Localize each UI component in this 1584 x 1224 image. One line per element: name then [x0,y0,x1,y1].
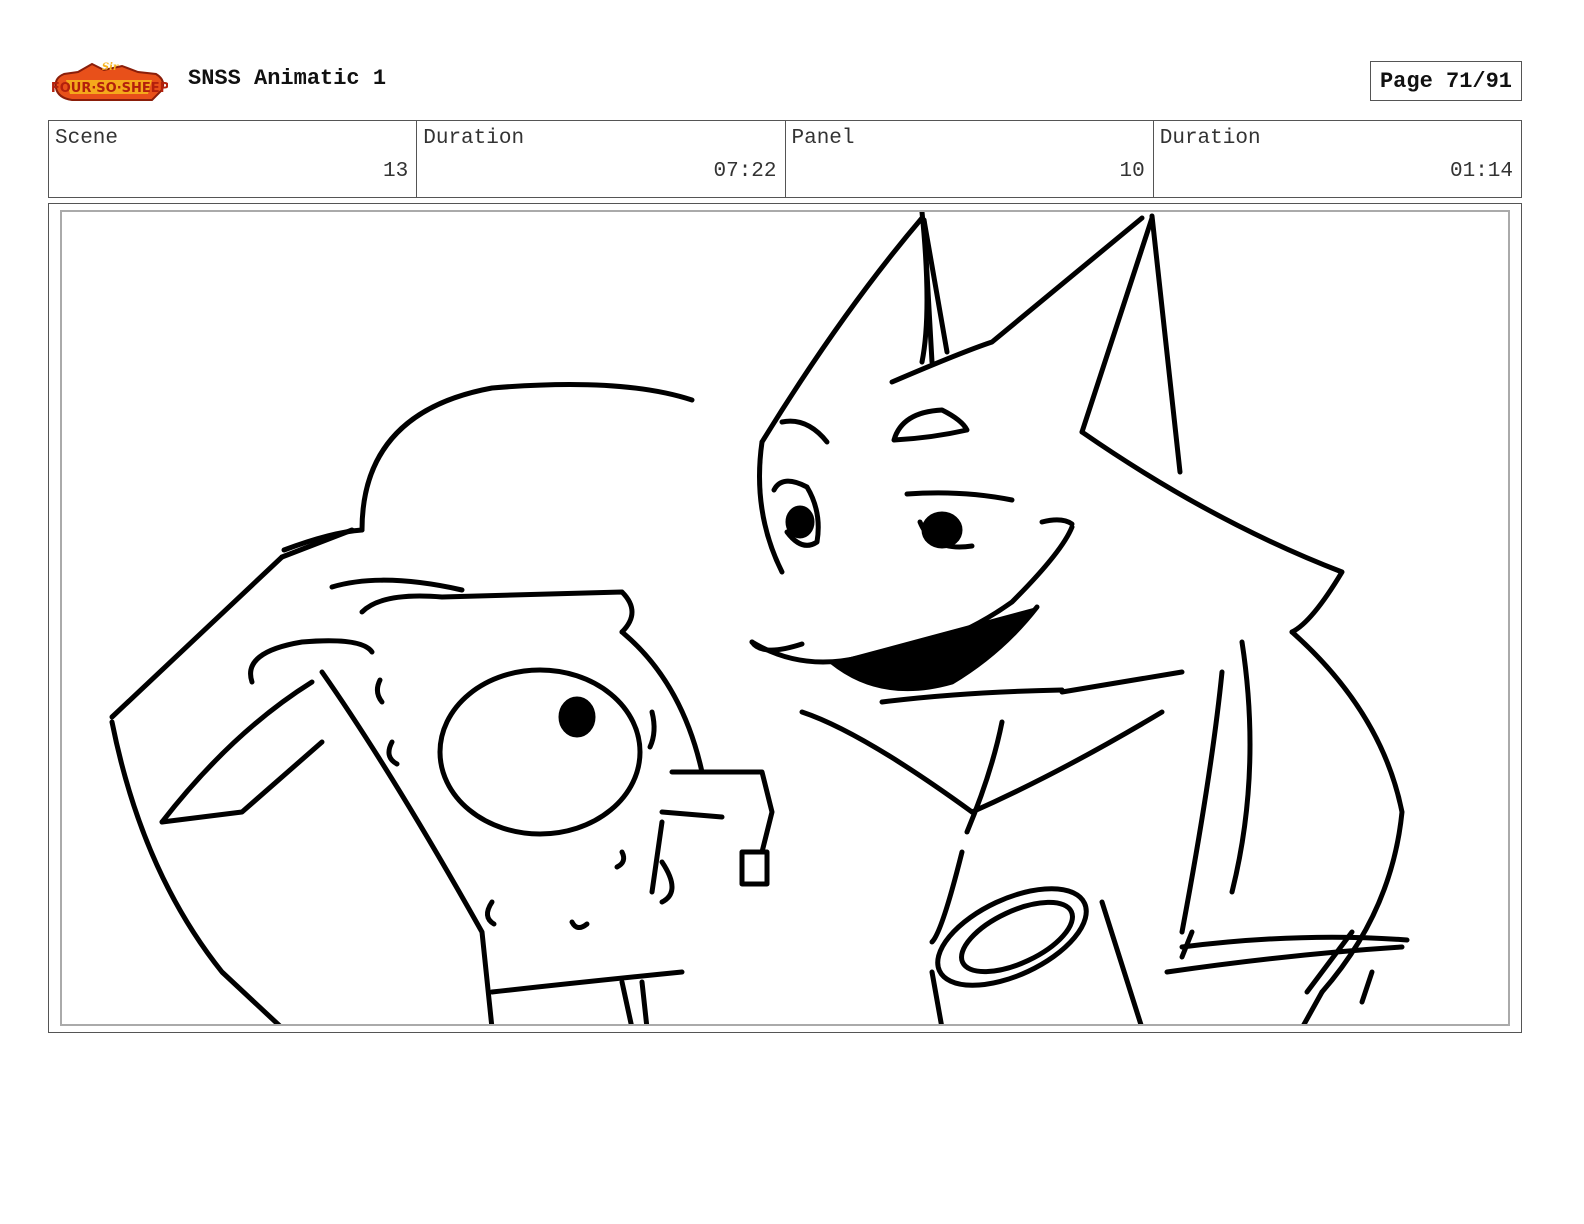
panel-label: Panel [791,127,855,150]
page-indicator: Page 71/91 [1370,61,1522,101]
scene-duration-value: 07:22 [713,160,777,183]
panel-duration-cell: Duration 01:14 [1154,121,1521,197]
scene-value: 13 [383,160,409,183]
storyboard-panel [60,210,1510,1026]
show-logo: FOUR·SO·SHEEP Sir [52,62,168,101]
panel-duration-value: 01:14 [1449,160,1513,183]
scene-duration-label: Duration [423,127,525,150]
scene-duration-cell: Duration 07:22 [417,121,786,197]
panel-value: 10 [1119,160,1145,183]
panel-cell: Panel 10 [786,121,1154,197]
panel-sketch [109,212,1410,1024]
svg-text:FOUR·SO·SHEEP: FOUR·SO·SHEEP [52,81,168,96]
info-table: Scene 13 Duration 07:22 Panel 10 Duratio… [48,120,1522,198]
scene-label: Scene [55,127,119,150]
scene-cell: Scene 13 [49,121,418,197]
project-title: SNSS Animatic 1 [188,66,387,91]
svg-text:Sir: Sir [102,62,119,73]
panel-duration-label: Duration [1159,127,1261,150]
